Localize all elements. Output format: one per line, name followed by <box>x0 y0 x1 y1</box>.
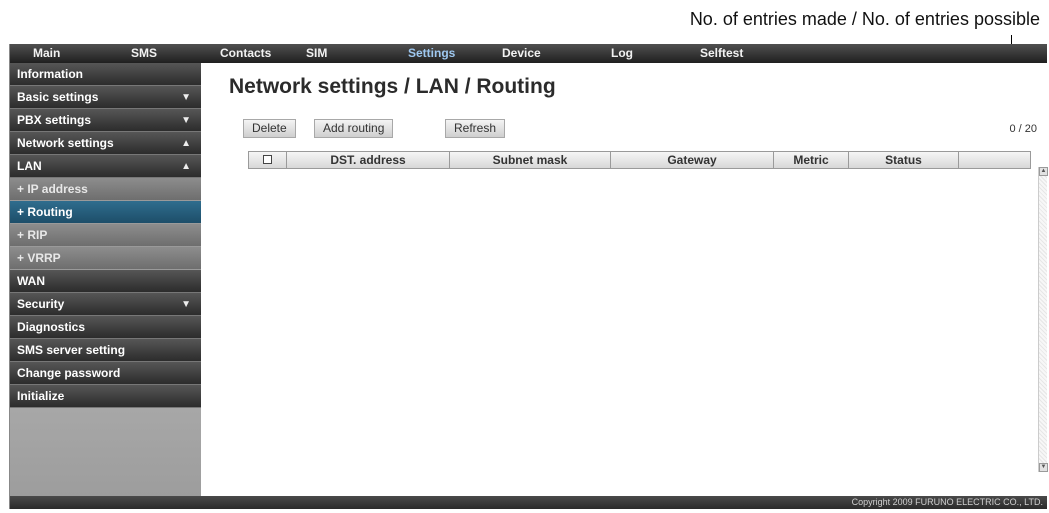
sidebar-item-label: Diagnostics <box>17 320 86 334</box>
sidebar-item-pbx-settings[interactable]: PBX settings ▼ <box>10 109 201 132</box>
nav-tab-main[interactable]: Main <box>33 44 60 63</box>
column-header[interactable]: Status <box>849 152 959 168</box>
sidebar-item-information[interactable]: Information <box>10 63 201 86</box>
nav-tab-log[interactable]: Log <box>611 44 633 63</box>
sidebar-item-lan[interactable]: LAN ▲ <box>10 155 201 178</box>
sidebar: Information Basic settings ▼ PBX settings… <box>10 63 201 496</box>
column-header[interactable]: DST. address <box>287 152 450 168</box>
nav-tab-settings[interactable]: Settings <box>408 44 455 63</box>
sidebar-item-change-password[interactable]: Change password <box>10 362 201 385</box>
scroll-up-icon[interactable]: ▲ <box>1039 167 1048 176</box>
add-routing-button[interactable]: Add routing <box>314 119 394 138</box>
table-scrollbar[interactable]: ▲ ▼ <box>1038 167 1048 472</box>
annotation-label: No. of entries made / No. of entries pos… <box>689 9 1040 29</box>
nav-tab-device[interactable]: Device <box>502 44 541 63</box>
chevron-up-icon: ▲ <box>181 161 191 172</box>
nav-tab-selftest[interactable]: Selftest <box>700 44 743 63</box>
nav-tab-sim[interactable]: SIM <box>306 44 327 63</box>
sidebar-item-label: PBX settings <box>17 113 92 127</box>
delete-button[interactable]: Delete <box>243 119 296 138</box>
sidebar-item-initialize[interactable]: Initialize <box>10 385 201 408</box>
nav-tab-sms[interactable]: SMS <box>131 44 157 63</box>
column-header[interactable]: Metric <box>774 152 849 168</box>
scroll-down-icon[interactable]: ▼ <box>1039 463 1048 472</box>
column-header[interactable]: Subnet mask <box>450 152 611 168</box>
sidebar-item-label: Network settings <box>17 136 114 150</box>
entry-counter: 0 / 20 <box>1009 123 1037 135</box>
sidebar-item-network-settings[interactable]: Network settings ▲ <box>10 132 201 155</box>
sidebar-item-label: Change password <box>17 366 121 380</box>
select-all-checkbox[interactable] <box>263 155 272 165</box>
sidebar-subitem-rip[interactable]: + RIP <box>10 224 201 247</box>
sidebar-subitem-vrrp[interactable]: + VRRP <box>10 247 201 270</box>
sidebar-item-label: Basic settings <box>17 90 99 104</box>
app-window: Main SMS Contacts SIM Settings Device Lo… <box>9 44 1048 509</box>
sidebar-subitem-ip-address[interactable]: + IP address <box>10 178 201 201</box>
sidebar-item-diagnostics[interactable]: Diagnostics <box>10 316 201 339</box>
select-all-column <box>249 152 287 168</box>
chevron-down-icon: ▼ <box>181 92 191 103</box>
sidebar-item-label: LAN <box>17 159 42 173</box>
sidebar-item-label: SMS server setting <box>17 343 126 357</box>
chevron-down-icon: ▼ <box>181 299 191 310</box>
sidebar-subitem-routing[interactable]: + Routing <box>10 201 201 224</box>
sidebar-item-sms-server-setting[interactable]: SMS server setting <box>10 339 201 362</box>
sidebar-item-wan[interactable]: WAN <box>10 270 201 293</box>
page-title: Network settings / LAN / Routing <box>229 75 556 98</box>
sidebar-item-label: Information <box>17 67 83 81</box>
copyright-text: Copyright 2009 FURUNO ELECTRIC CO., LTD. <box>851 497 1043 507</box>
sidebar-item-label: Security <box>17 297 65 311</box>
column-header-spacer <box>959 152 1030 168</box>
sidebar-item-label: WAN <box>17 274 45 288</box>
nav-tab-contacts[interactable]: Contacts <box>220 44 271 63</box>
sidebar-item-label: Initialize <box>17 389 65 403</box>
refresh-button[interactable]: Refresh <box>445 119 506 138</box>
footer-bar: Copyright 2009 FURUNO ELECTRIC CO., LTD. <box>10 496 1047 509</box>
chevron-up-icon: ▲ <box>181 138 191 149</box>
top-navigation: Main SMS Contacts SIM Settings Device Lo… <box>10 44 1047 63</box>
chevron-down-icon: ▼ <box>181 115 191 126</box>
main-content: Network settings / LAN / Routing Delete … <box>201 63 1048 496</box>
column-header[interactable]: Gateway <box>611 152 774 168</box>
sidebar-item-security[interactable]: Security ▼ <box>10 293 201 316</box>
routing-table-header: DST. address Subnet mask Gateway Metric … <box>248 151 1031 169</box>
sidebar-item-basic-settings[interactable]: Basic settings ▼ <box>10 86 201 109</box>
